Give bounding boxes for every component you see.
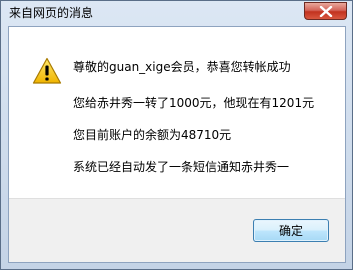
- close-button[interactable]: [304, 2, 347, 20]
- message-area: 尊敬的guan_xige会员，恭喜您转帐成功 您给赤井秀一转了1000元，他现在…: [9, 27, 345, 201]
- message-line-greeting: 尊敬的guan_xige会员，恭喜您转帐成功: [73, 60, 291, 74]
- message-line-transfer: 您给赤井秀一转了1000元，他现在有1201元: [73, 96, 315, 110]
- button-bar: 确定: [9, 198, 345, 262]
- message-line-balance: 您目前账户的余额为48710元: [73, 128, 232, 142]
- dialog-client-area: 尊敬的guan_xige会员，恭喜您转帐成功 您给赤井秀一转了1000元，他现在…: [8, 26, 346, 263]
- alert-dialog-window: 来自网页的消息 尊敬的guan_xige会员，恭喜您转帐成功 您给赤井秀一转了1…: [0, 0, 353, 270]
- message-line-sms: 系统已经自动发了一条短信通知赤井秀一: [73, 160, 290, 174]
- close-icon: [319, 5, 333, 17]
- window-title: 来自网页的消息: [9, 6, 94, 20]
- warning-icon: [32, 57, 62, 89]
- ok-button[interactable]: 确定: [253, 219, 329, 242]
